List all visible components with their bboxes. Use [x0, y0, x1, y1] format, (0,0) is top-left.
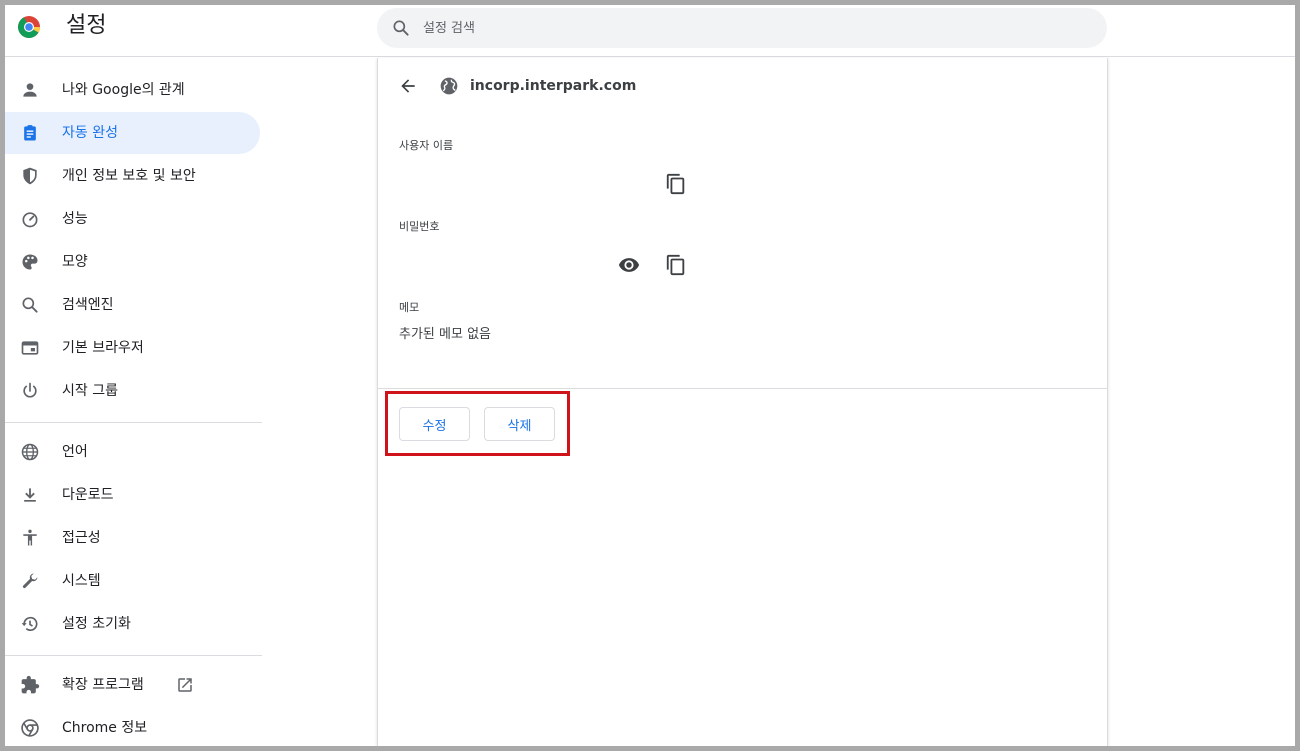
sidebar-item-label: Chrome 정보: [62, 720, 148, 736]
sidebar-item-label: 언어: [62, 444, 88, 460]
sidebar-item-label: 접근성: [62, 530, 101, 546]
person-icon: [23, 83, 37, 97]
sidebar-item-label: 성능: [62, 211, 88, 227]
app-title: 설정: [66, 13, 107, 38]
sidebar-item-label: 검색엔진: [62, 297, 114, 313]
sidebar-item-reset[interactable]: 설정 초기화: [5, 603, 260, 645]
sidebar-item-privacy[interactable]: 개인 정보 보호 및 보안: [5, 155, 260, 197]
power-icon: [23, 382, 37, 398]
copy-password-icon[interactable]: [665, 254, 687, 276]
chrome-logo-icon: [18, 16, 40, 38]
browser-icon: [21, 341, 39, 355]
search-icon: [22, 297, 38, 313]
open-in-new-icon: [178, 678, 192, 692]
sidebar-item-label: 다운로드: [62, 487, 114, 503]
sidebar-item-label: 모양: [62, 254, 88, 270]
sidebar-item-default-browser[interactable]: 기본 브라우저: [5, 327, 260, 369]
chrome-icon: [21, 719, 39, 737]
globe-icon: [21, 443, 39, 461]
puzzle-icon: [21, 675, 40, 694]
panel-divider: [378, 388, 1107, 389]
sidebar-item-label: 기본 브라우저: [62, 340, 144, 356]
download-icon: [24, 488, 36, 502]
sidebar-item-label: 시작 그룹: [62, 383, 118, 399]
sidebar-item-performance[interactable]: 성능: [5, 198, 260, 240]
shield-icon: [23, 167, 37, 185]
sidebar-item-label: 설정 초기화: [62, 616, 131, 632]
sidebar-item-label: 자동 완성: [62, 125, 118, 141]
sidebar-item-label: 개인 정보 보호 및 보안: [62, 168, 196, 184]
sidebar-item-extensions[interactable]: 확장 프로그램: [5, 664, 260, 706]
settings-window: 설정 나와 Google의 관계 자동 완성: [5, 5, 1295, 746]
sidebar-divider: [5, 655, 262, 656]
site-name: incorp.interpark.com: [470, 78, 637, 94]
search-input[interactable]: [423, 8, 1083, 48]
sidebar-divider: [5, 422, 262, 423]
history-icon: [21, 616, 38, 631]
memo-value: 추가된 메모 없음: [399, 327, 491, 342]
accessibility-icon: [23, 529, 37, 546]
sidebar-item-you-and-google[interactable]: 나와 Google의 관계: [5, 69, 260, 111]
sidebar-item-autofill[interactable]: 자동 완성: [5, 112, 260, 154]
password-label: 비밀번호: [399, 220, 440, 233]
search-icon: [393, 20, 409, 36]
show-password-icon[interactable]: [618, 254, 640, 276]
palette-icon: [22, 254, 38, 270]
sidebar-item-label: 확장 프로그램: [62, 677, 144, 693]
header: 설정: [5, 5, 1295, 57]
sidebar-item-label: 나와 Google의 관계: [62, 82, 185, 98]
sidebar-item-on-startup[interactable]: 시작 그룹: [5, 370, 260, 412]
sidebar-item-appearance[interactable]: 모양: [5, 241, 260, 283]
sidebar-item-languages[interactable]: 언어: [5, 431, 260, 473]
site-globe-icon: [440, 77, 458, 95]
speedometer-icon: [22, 212, 38, 228]
sidebar-item-downloads[interactable]: 다운로드: [5, 474, 260, 516]
sidebar-item-search-engine[interactable]: 검색엔진: [5, 284, 260, 326]
sidebar-item-about-chrome[interactable]: Chrome 정보: [5, 707, 260, 746]
sidebar-item-accessibility[interactable]: 접근성: [5, 517, 260, 559]
search-bar[interactable]: [377, 8, 1107, 48]
sidebar-item-system[interactable]: 시스템: [5, 560, 260, 602]
username-label: 사용자 이름: [399, 139, 454, 152]
wrench-icon: [22, 573, 38, 589]
copy-username-icon[interactable]: [665, 173, 687, 195]
memo-label: 메모: [399, 301, 420, 314]
sidebar-item-label: 시스템: [62, 573, 101, 589]
back-arrow-icon[interactable]: [398, 76, 418, 96]
clipboard-icon: [24, 125, 36, 141]
sidebar: 나와 Google의 관계 자동 완성 개인 정보 보호 및 보안 성능 모양 …: [5, 58, 267, 746]
highlight-box: [385, 391, 570, 456]
